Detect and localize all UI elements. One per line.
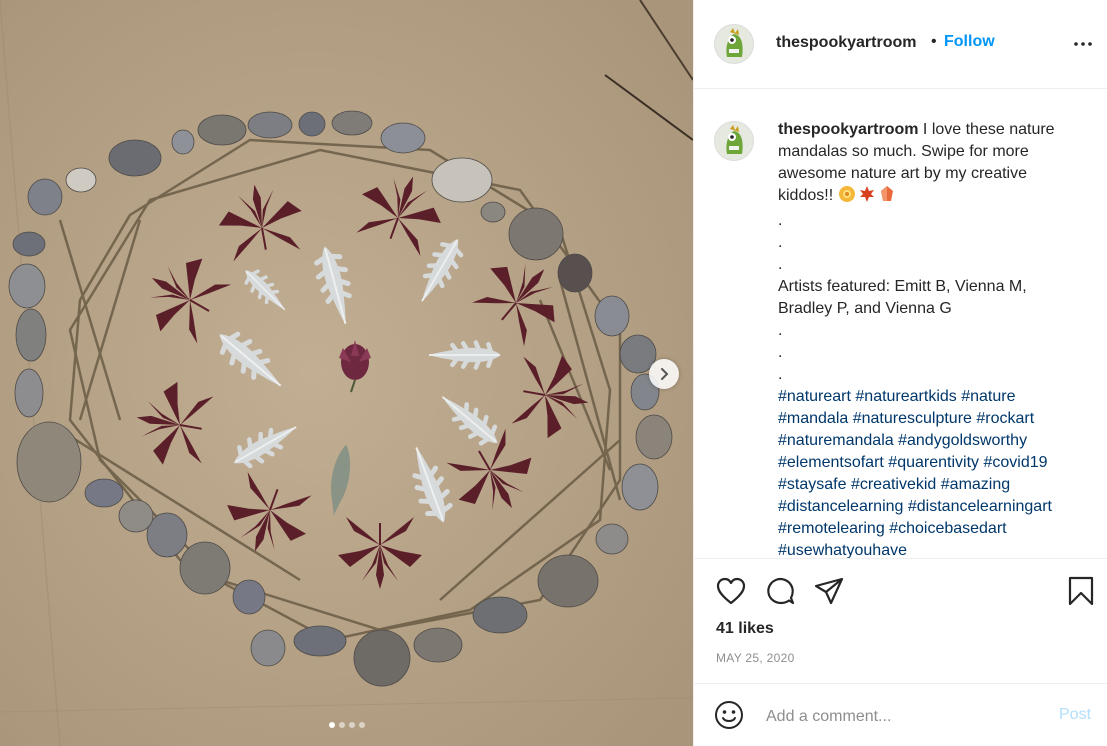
more-options-button[interactable] bbox=[1072, 30, 1094, 58]
heart-icon bbox=[716, 577, 746, 605]
hashtag-link[interactable]: #mandala bbox=[778, 410, 848, 427]
follow-button[interactable]: Follow bbox=[944, 33, 995, 51]
hashtag-link[interactable]: #distancelearningart bbox=[908, 498, 1052, 515]
post-photo[interactable] bbox=[0, 0, 693, 746]
next-slide-button[interactable] bbox=[649, 359, 679, 389]
hashtag-link[interactable]: #amazing bbox=[941, 476, 1010, 493]
caption-area: thespookyartroom I love these nature man… bbox=[694, 89, 1107, 559]
username[interactable]: thespookyartroom bbox=[776, 34, 916, 52]
hashtag-link[interactable]: #distancelearning bbox=[778, 498, 903, 515]
avatar-image bbox=[715, 25, 753, 63]
comment-icon bbox=[767, 577, 795, 605]
hashtag-link[interactable]: #staysafe bbox=[778, 476, 846, 493]
carousel-dot-4 bbox=[358, 722, 365, 728]
hashtag-link[interactable]: #remotelearing bbox=[778, 520, 885, 537]
post-date[interactable]: MAY 25, 2020 bbox=[716, 651, 795, 665]
like-button[interactable] bbox=[714, 574, 748, 608]
carousel-indicator bbox=[0, 722, 693, 728]
comment-button[interactable] bbox=[763, 574, 797, 608]
separator-dot: • bbox=[931, 33, 937, 50]
carousel-dot-2 bbox=[338, 722, 345, 728]
hashtag-link[interactable]: #naturesculpture bbox=[853, 410, 972, 427]
dots-block-1: . . . bbox=[778, 212, 783, 273]
emoji-icon bbox=[715, 701, 743, 729]
share-icon bbox=[814, 577, 844, 605]
more-icon bbox=[1074, 42, 1092, 46]
crystal-emoji-icon bbox=[878, 185, 896, 210]
caption-avatar[interactable] bbox=[714, 121, 754, 161]
hashtag-link[interactable]: #andygoldsworthy bbox=[898, 432, 1027, 449]
hashtag-link[interactable]: #naturemandala bbox=[778, 432, 894, 449]
hashtag-link[interactable]: #choicebasedart bbox=[889, 520, 1006, 537]
hashtag-link[interactable]: #natureart bbox=[778, 388, 851, 405]
post-header: thespookyartroom • Follow bbox=[694, 0, 1107, 89]
chevron-right-icon bbox=[661, 368, 669, 380]
artists-line: Artists featured: Emitt B, Vienna M, Bra… bbox=[778, 278, 1032, 317]
caption-text: thespookyartroom I love these nature man… bbox=[778, 119, 1084, 558]
carousel-dot-1 bbox=[328, 722, 335, 728]
share-button[interactable] bbox=[812, 574, 846, 608]
nature-mandala-image bbox=[0, 0, 693, 746]
blossom-emoji-icon bbox=[838, 185, 856, 210]
hashtag-link[interactable]: #creativekid bbox=[851, 476, 936, 493]
avatar-image bbox=[715, 122, 753, 160]
bookmark-icon bbox=[1068, 576, 1094, 606]
hashtag-link[interactable]: #nature bbox=[961, 388, 1015, 405]
post-side-panel: thespookyartroom • Follow thespookyartro… bbox=[693, 0, 1107, 746]
avatar[interactable] bbox=[714, 24, 754, 64]
hashtag-link[interactable]: #covid19 bbox=[983, 454, 1047, 471]
comment-bar: Post bbox=[694, 683, 1107, 746]
post-comment-button[interactable]: Post bbox=[1059, 706, 1091, 724]
comment-input[interactable] bbox=[764, 702, 1038, 732]
hashtag-link[interactable]: #usewhatyouhave bbox=[778, 542, 907, 558]
hashtag-link[interactable]: #quarentivity bbox=[888, 454, 979, 471]
caption-username[interactable]: thespookyartroom bbox=[778, 121, 918, 138]
save-button[interactable] bbox=[1064, 574, 1098, 608]
action-bar bbox=[694, 566, 1107, 616]
maple-leaf-emoji-icon bbox=[858, 185, 876, 210]
carousel-dot-3 bbox=[348, 722, 355, 728]
likes-count[interactable]: 41 likes bbox=[716, 620, 774, 638]
dots-block-2: . . . bbox=[778, 322, 783, 383]
emoji-button[interactable] bbox=[714, 700, 746, 732]
hashtag-list: #natureart #natureartkids #nature #manda… bbox=[778, 388, 1056, 558]
hashtag-link[interactable]: #natureartkids bbox=[855, 388, 956, 405]
hashtag-link[interactable]: #rockart bbox=[976, 410, 1034, 427]
hashtag-link[interactable]: #elementsofart bbox=[778, 454, 884, 471]
